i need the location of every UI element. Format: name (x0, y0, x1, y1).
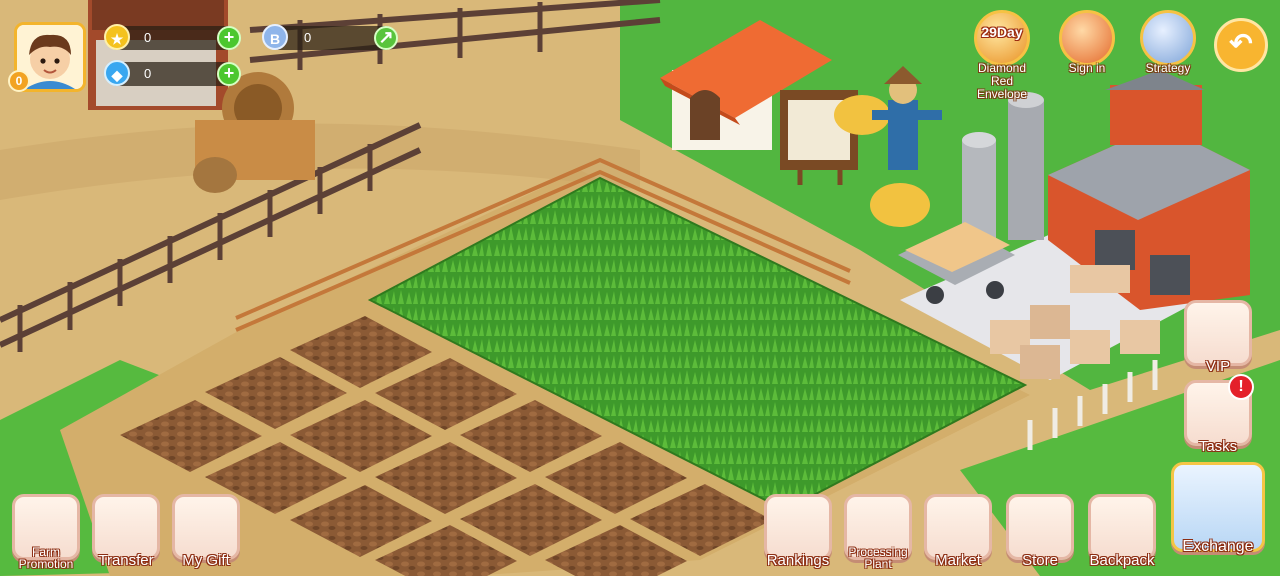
backpack-button[interactable]: Backpack (1086, 494, 1158, 572)
b-coin-value: 0 (304, 30, 312, 45)
store-label: Store (1022, 552, 1058, 569)
b-coin-icon: B (262, 24, 288, 50)
farm-promotion-button[interactable]: Farm Promotion (10, 494, 82, 572)
b-coin-action-button[interactable]: ↗ (374, 26, 398, 50)
sign-in-button[interactable]: Sign in (1053, 10, 1121, 86)
vip-button[interactable]: VIP (1182, 300, 1254, 378)
diamond-red-envelope-button[interactable]: 29Day Diamond Red Envelope (968, 10, 1036, 101)
vip-gem-icon (1184, 300, 1252, 366)
rankings-label: Rankings (766, 552, 830, 569)
map-book-icon (1140, 10, 1196, 66)
barn (88, 0, 228, 110)
market-label: Market (935, 552, 981, 569)
tasks-alert-badge: ! (1228, 374, 1254, 400)
my-gift-label: My Gift (182, 552, 230, 569)
back-arrow-button[interactable]: ↶ (1214, 18, 1268, 72)
gold-coin-icon: ★ (104, 24, 130, 50)
gold-value: 0 (144, 30, 152, 45)
red-envelope-label: Diamond Red Envelope (976, 61, 1028, 101)
processing-plant-label: Processing Plant (848, 545, 908, 571)
rankings-button[interactable]: Rankings (762, 494, 834, 572)
my-gift-button[interactable]: My Gift (170, 494, 242, 572)
diamond-icon: ◆ (104, 60, 130, 86)
sign-in-label: Sign in (1068, 61, 1106, 75)
basket-icon (924, 494, 992, 560)
farm-promotion-label: Farm Promotion (18, 545, 74, 571)
trophy-icon (764, 494, 832, 560)
gift-icon (172, 494, 240, 560)
add-gold-button[interactable]: + (217, 26, 241, 50)
diamond-value: 0 (144, 66, 152, 81)
strategy-button[interactable]: Strategy (1134, 10, 1202, 86)
tasks-label: Tasks (1198, 438, 1238, 455)
strategy-label: Strategy (1145, 61, 1191, 75)
backpack-label: Backpack (1089, 552, 1155, 569)
add-diamond-button[interactable]: + (217, 62, 241, 86)
level-badge: 0 (8, 70, 30, 92)
exchange-button[interactable]: Exchange (1170, 462, 1266, 558)
backpack-icon (1088, 494, 1156, 560)
exchange-label: Exchange (1182, 538, 1254, 555)
gold-counter: 0 (112, 26, 232, 50)
tasks-button[interactable]: Tasks ! (1182, 374, 1254, 458)
diamond-counter: 0 (112, 62, 232, 86)
store-button[interactable]: Store (1004, 494, 1076, 572)
back-arrow-icon: ↶ (1229, 28, 1253, 59)
shop-awning-icon (1006, 494, 1074, 560)
vip-label: VIP (1205, 358, 1231, 375)
b-coin-counter: 0 (272, 26, 390, 50)
transfer-label: Transfer (98, 552, 154, 569)
b-transfer-icon (92, 494, 160, 560)
processing-plant-button[interactable]: Processing Plant (842, 494, 914, 572)
red-envelope-days: 29Day (981, 24, 1023, 40)
transfer-button[interactable]: Transfer (90, 494, 162, 572)
farm-scene (0, 0, 1280, 576)
calendar-icon (1059, 10, 1115, 66)
market-button[interactable]: Market (922, 494, 994, 572)
